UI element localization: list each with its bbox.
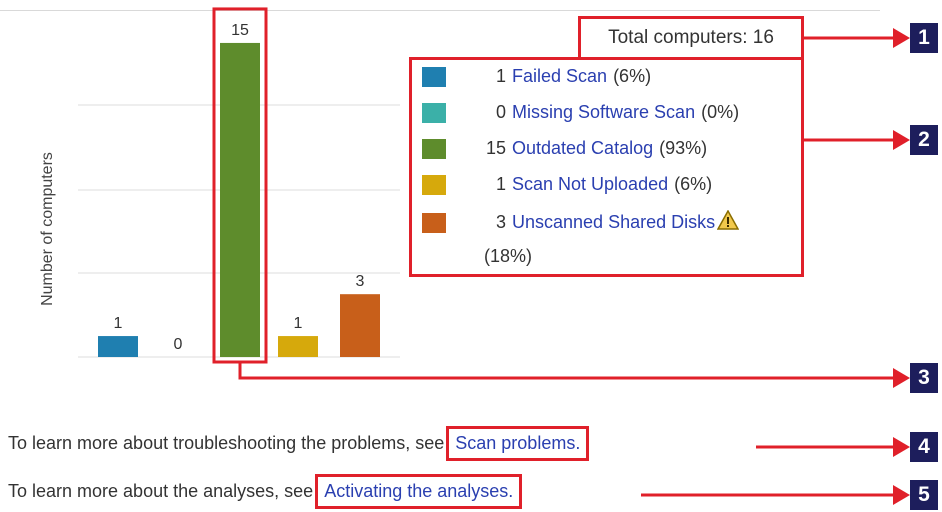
legend-item-scan-not-uploaded[interactable]: 1 Scan Not Uploaded (6%)	[422, 174, 712, 195]
bar-value-label: 0	[174, 336, 183, 353]
activating-analyses-link-box: Activating the analyses.	[315, 474, 523, 509]
bar-scan-not-uploaded[interactable]	[278, 336, 318, 357]
callout-badge-2: 2	[910, 125, 938, 155]
bar-failed-scan[interactable]	[98, 336, 138, 357]
legend-link-missing-software-scan[interactable]: Missing Software Scan	[512, 102, 695, 123]
legend: 1 Failed Scan (6%) 0 Missing Software Sc…	[409, 57, 804, 277]
legend-swatch	[422, 138, 446, 159]
bar-value-label: 1	[114, 315, 123, 332]
callout-badge-4: 4	[910, 432, 938, 462]
legend-swatch	[422, 66, 446, 87]
legend-percent: (93%)	[659, 138, 708, 158]
legend-percent: (6%)	[613, 66, 652, 86]
legend-count: 1	[495, 174, 506, 194]
legend-item-outdated-catalog[interactable]: 15 Outdated Catalog (93%)	[422, 138, 707, 159]
callout-badge-1: 1	[910, 23, 938, 53]
warning-icon[interactable]	[716, 209, 740, 235]
legend-count: 3	[495, 212, 506, 232]
legend-item-missing-software-scan[interactable]: 0 Missing Software Scan (0%)	[422, 102, 739, 123]
help-text: To learn more about the analyses, see	[8, 481, 314, 501]
activating-analyses-link[interactable]: Activating the analyses.	[324, 481, 513, 501]
y-axis-label: Number of computers	[39, 152, 56, 306]
legend-percent: (0%)	[701, 102, 740, 122]
scan-problems-link-box: Scan problems.	[446, 426, 590, 461]
legend-count: 15	[485, 138, 506, 158]
legend-item-failed-scan[interactable]: 1 Failed Scan (6%)	[422, 66, 651, 87]
legend-swatch	[422, 212, 446, 233]
legend-link-scan-not-uploaded[interactable]: Scan Not Uploaded	[512, 174, 668, 195]
legend-link-failed-scan[interactable]: Failed Scan	[512, 66, 607, 87]
help-line-scan-problems: To learn more about troubleshooting the …	[8, 426, 590, 461]
help-text: To learn more about troubleshooting the …	[8, 433, 445, 453]
legend-percent-unscanned: (18%)	[484, 246, 532, 267]
legend-swatch	[422, 102, 446, 123]
scan-problems-link[interactable]: Scan problems.	[455, 433, 580, 453]
legend-count: 1	[495, 66, 506, 86]
bar-unscanned-shared-disks[interactable]	[340, 294, 380, 357]
legend-swatch	[422, 174, 446, 195]
legend-percent: (6%)	[674, 174, 713, 194]
legend-count: 0	[495, 102, 506, 122]
legend-percent: (18%)	[484, 246, 533, 266]
help-line-activating-analyses: To learn more about the analyses, see Act…	[8, 474, 523, 509]
total-computers-label: Total computers: 16	[578, 16, 804, 60]
bar-value-label: 1	[294, 315, 303, 332]
bar-value-label: 3	[356, 273, 365, 290]
legend-link-outdated-catalog[interactable]: Outdated Catalog	[512, 138, 653, 159]
callout-badge-3: 3	[910, 363, 938, 393]
bar-value-label: 15	[231, 22, 249, 39]
legend-link-unscanned-shared-disks[interactable]: Unscanned Shared Disks	[512, 212, 715, 233]
bar-outdated-catalog[interactable]	[220, 42, 260, 357]
callout-badge-5: 5	[910, 480, 938, 510]
legend-item-unscanned-shared-disks[interactable]: 3 Unscanned Shared Disks	[422, 209, 740, 235]
